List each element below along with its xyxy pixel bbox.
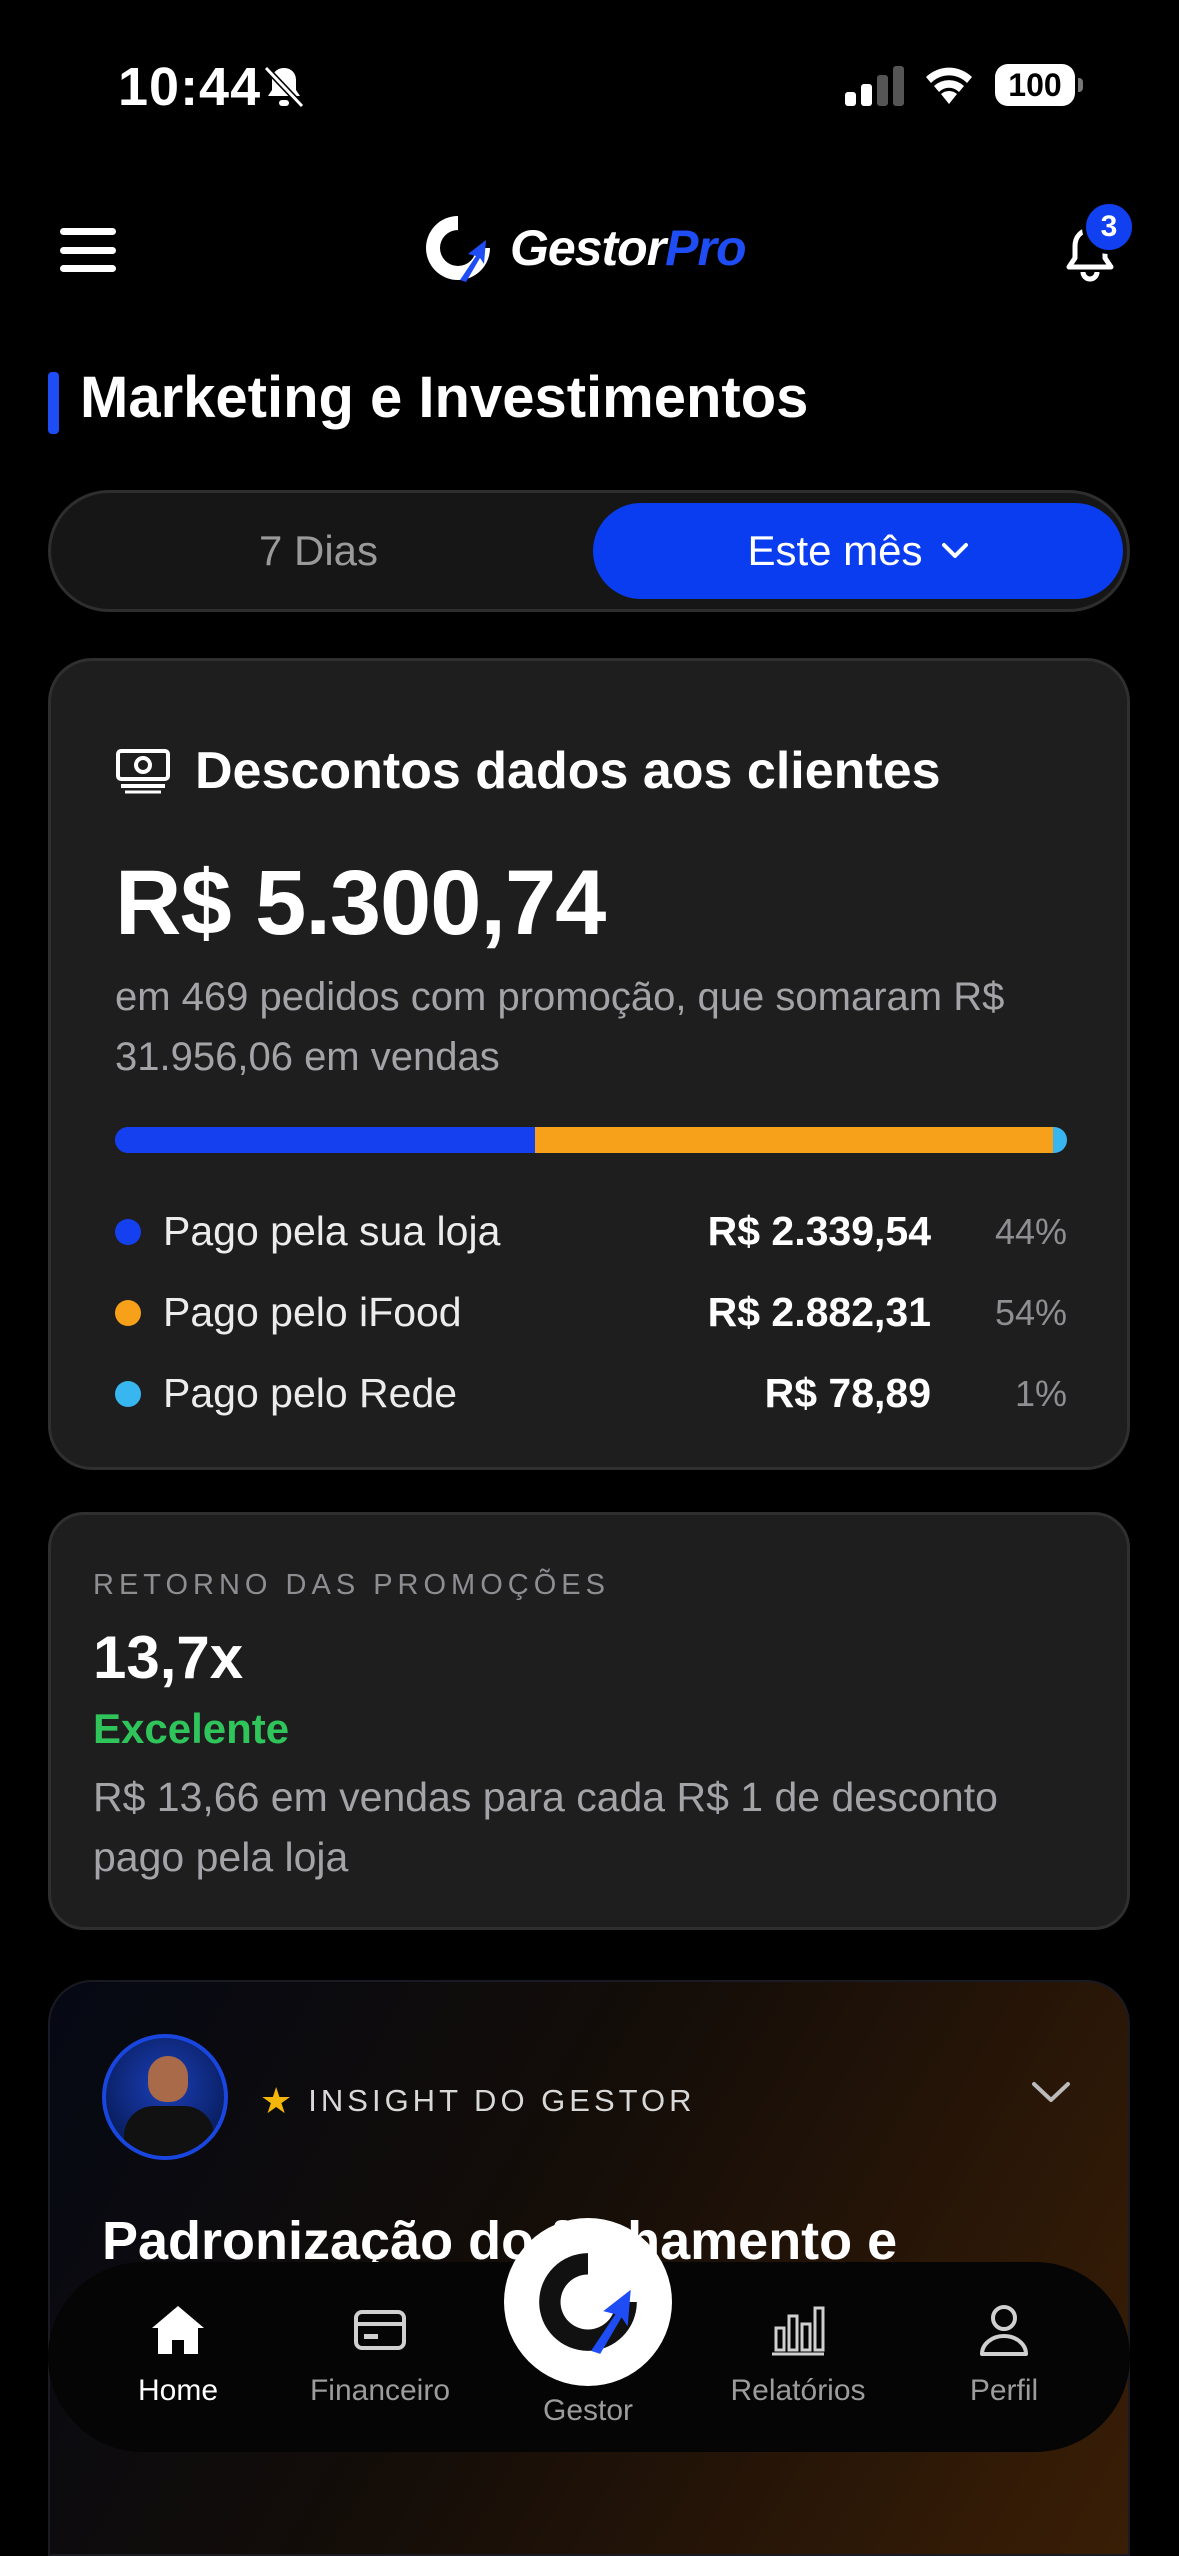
tab-label: Perfil xyxy=(969,2374,1039,2407)
star-icon: ★ xyxy=(260,2080,293,2121)
promo-return-description: R$ 13,66 em vendas para cada R$ 1 de des… xyxy=(93,1774,998,1880)
gestor-center-button[interactable] xyxy=(504,2218,672,2386)
legend-dot xyxy=(115,1299,141,1326)
page-title: Marketing e Investimentos xyxy=(80,365,809,430)
discounts-share-bar xyxy=(115,1127,1067,1153)
insight-label-text: INSIGHT DO GESTOR xyxy=(308,2083,696,2118)
battery-tip xyxy=(1078,78,1083,92)
gestor-logo-icon xyxy=(539,2253,637,2354)
menu-icon[interactable] xyxy=(60,228,116,272)
status-time: 10:44 xyxy=(118,57,262,117)
share-segment-ifood xyxy=(534,1127,1053,1153)
period-option-this-month[interactable]: Este mês xyxy=(593,503,1123,599)
cash-icon xyxy=(116,749,170,794)
battery-indicator: 100 xyxy=(995,64,1075,106)
tab-relatorios[interactable]: Relatórios xyxy=(708,2302,888,2408)
tab-perfil[interactable]: Perfil xyxy=(914,2302,1094,2408)
cellular-signal-icon xyxy=(845,66,904,106)
discounts-title: Descontos dados aos clientes xyxy=(195,742,941,800)
promo-return-label: RETORNO DAS PROMOÇÕES xyxy=(93,1569,610,1601)
tab-financeiro[interactable]: Financeiro xyxy=(290,2302,470,2408)
legend-dot xyxy=(115,1380,141,1407)
user-icon xyxy=(980,2305,1028,2356)
promo-return-card: RETORNO DAS PROMOÇÕES 13,7x Excelente R$… xyxy=(48,1512,1130,1930)
card-icon xyxy=(354,2310,406,2350)
status-bar: 10:44 100 xyxy=(0,0,1179,170)
tab-label-gestor: Gestor xyxy=(542,2394,634,2427)
silent-mode-icon xyxy=(263,65,305,109)
share-segment-store xyxy=(115,1127,535,1153)
legend-value: R$ 2.339,54 xyxy=(707,1208,931,1254)
insight-label: ★ INSIGHT DO GESTOR xyxy=(260,2080,696,2122)
legend-label: Pago pela sua loja xyxy=(163,1208,501,1254)
legend-value: R$ 2.882,31 xyxy=(707,1289,931,1335)
chevron-down-icon[interactable] xyxy=(1030,2078,1072,2106)
avatar xyxy=(102,2034,228,2160)
chevron-down-icon xyxy=(941,543,968,558)
legend-row-store: Pago pela sua loja R$ 2.339,54 44% xyxy=(115,1191,1067,1272)
legend-percent: 44% xyxy=(994,1210,1067,1252)
promo-return-value: 13,7x xyxy=(93,1624,244,1691)
tab-label: Home xyxy=(137,2374,219,2407)
legend-value: R$ 78,89 xyxy=(764,1370,931,1416)
legend-percent: 54% xyxy=(994,1291,1067,1333)
bar-chart-icon xyxy=(772,2306,825,2356)
discounts-total: R$ 5.300,74 xyxy=(115,852,606,954)
home-icon xyxy=(152,2306,204,2354)
tab-home[interactable]: Home xyxy=(88,2302,268,2408)
tab-label: Relatórios xyxy=(730,2374,866,2407)
period-selector: 7 Dias Este mês xyxy=(48,490,1130,612)
legend-dot xyxy=(115,1218,141,1245)
period-option-label: Este mês xyxy=(747,527,923,574)
gestor-logo-icon xyxy=(426,216,490,282)
app-logo: GestorPro xyxy=(420,210,747,286)
share-segment-rede xyxy=(1052,1127,1067,1153)
legend-row-rede: Pago pelo Rede R$ 78,89 1% xyxy=(115,1353,1067,1434)
discounts-card: Descontos dados aos clientes R$ 5.300,74… xyxy=(48,658,1130,1470)
discounts-description: em 469 pedidos com promoção, que somaram… xyxy=(115,975,1005,1079)
wifi-icon xyxy=(926,67,972,104)
legend-label: Pago pelo iFood xyxy=(163,1289,462,1335)
discounts-legend: Pago pela sua loja R$ 2.339,54 44% Pago … xyxy=(115,1191,1067,1434)
notification-count-badge: 3 xyxy=(1082,200,1136,254)
legend-label: Pago pelo Rede xyxy=(163,1370,458,1416)
legend-row-ifood: Pago pelo iFood R$ 2.882,31 54% xyxy=(115,1272,1067,1353)
tab-label: Financeiro xyxy=(309,2374,451,2407)
period-option-7-days[interactable]: 7 Dias xyxy=(51,493,586,609)
promo-return-status: Excelente xyxy=(93,1705,290,1752)
legend-percent: 1% xyxy=(1014,1372,1067,1414)
logo-text: GestorPro xyxy=(510,220,747,276)
title-accent-bar xyxy=(48,372,59,434)
